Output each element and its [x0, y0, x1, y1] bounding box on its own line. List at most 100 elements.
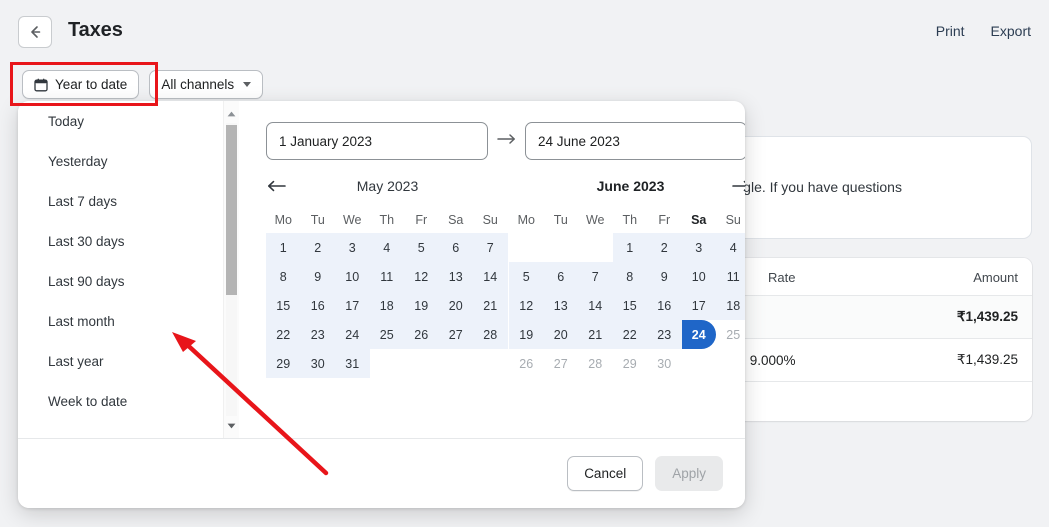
calendar-day[interactable]: 20: [543, 320, 578, 349]
calendar-day[interactable]: 1: [612, 233, 647, 262]
calendar-day[interactable]: 5: [404, 233, 439, 262]
back-button[interactable]: [18, 16, 52, 48]
preset-item[interactable]: Yesterday: [18, 141, 231, 181]
calendar-day[interactable]: 22: [612, 320, 647, 349]
day-of-week-label: Tu: [310, 213, 325, 227]
calendar-day[interactable]: 3: [335, 233, 370, 262]
calendar-day[interactable]: 4: [369, 233, 404, 262]
scrollbar-thumb[interactable]: [226, 125, 237, 295]
top-bar: Taxes Print Export: [0, 0, 1049, 62]
calendar-day[interactable]: 8: [612, 262, 647, 291]
next-month-button[interactable]: [730, 174, 745, 198]
calendar-day[interactable]: 11: [369, 262, 404, 291]
calendar-day[interactable]: 31: [335, 349, 370, 378]
calendar-month-title: May 2023: [356, 178, 419, 194]
calendar-day[interactable]: 23: [300, 320, 335, 349]
triangle-down-icon[interactable]: [224, 417, 239, 434]
calendar-day[interactable]: 16: [647, 291, 682, 320]
column-header-amount: Amount: [809, 258, 1032, 296]
preset-item[interactable]: Week to date: [18, 381, 231, 421]
calendar-day[interactable]: 10: [681, 262, 716, 291]
calendar-day[interactable]: 25: [369, 320, 404, 349]
calendar-grid: Mo Tu We Th Fr Sa Su 1 2 3 4 5 6 7 8 9 10 11 12 13 14 15 16 17 1…: [509, 207, 745, 378]
calendar-day[interactable]: 9: [647, 262, 682, 291]
calendar-day[interactable]: 18: [369, 291, 404, 320]
calendar-day[interactable]: 30: [300, 349, 335, 378]
date-range-filter-button[interactable]: Year to date: [22, 70, 140, 99]
calendar-day[interactable]: 9: [300, 262, 335, 291]
preset-item[interactable]: Today: [18, 101, 231, 141]
filter-row: Year to date All channels: [22, 70, 264, 99]
calendar-day[interactable]: 3: [681, 233, 716, 262]
calendar-day[interactable]: 21: [578, 320, 613, 349]
calendar-day[interactable]: 13: [438, 262, 473, 291]
preset-item[interactable]: Last year: [18, 341, 231, 381]
calendar-day[interactable]: 15: [266, 291, 301, 320]
calendar-day[interactable]: 18: [716, 291, 745, 320]
calendar-day[interactable]: 26: [404, 320, 439, 349]
day-of-week-label: Th: [622, 213, 638, 227]
apply-button: Apply: [655, 456, 723, 491]
calendar-day[interactable]: 28: [473, 320, 508, 349]
calendar-day[interactable]: 29: [613, 349, 648, 378]
calendar-day[interactable]: 15: [612, 291, 647, 320]
calendar-day[interactable]: 30: [647, 349, 682, 378]
preset-item[interactable]: Last month: [18, 301, 231, 341]
calendar-day[interactable]: 10: [335, 262, 370, 291]
calendar-day[interactable]: 7: [578, 262, 613, 291]
day-of-week-label: Sa: [448, 213, 464, 227]
preset-item[interactable]: Last 7 days: [18, 181, 231, 221]
preset-item[interactable]: Last 30 days: [18, 221, 231, 261]
calendar-day[interactable]: 2: [647, 233, 682, 262]
calendar-day-selected[interactable]: 24: [681, 320, 716, 349]
preset-item-label: Week to date: [48, 393, 128, 409]
calendar-day[interactable]: 11: [716, 262, 745, 291]
calendar-day[interactable]: 13: [543, 291, 578, 320]
calendar-day[interactable]: 19: [509, 320, 544, 349]
calendar-day[interactable]: 6: [438, 233, 473, 262]
popup-body: Today Yesterday Last 7 days Last 30 days Las…: [18, 101, 745, 438]
calendar-day[interactable]: 29: [266, 349, 301, 378]
preset-item[interactable]: Last 90 days: [18, 261, 231, 301]
day-of-week-label: Tu: [553, 213, 568, 227]
day-of-week-label: We: [342, 213, 362, 227]
date-range-filter-label: Year to date: [55, 77, 128, 92]
calendar-day[interactable]: 4: [716, 233, 745, 262]
calendar-day[interactable]: 8: [266, 262, 301, 291]
calendar-day[interactable]: 28: [578, 349, 613, 378]
end-date-input[interactable]: 24 June 2023: [525, 122, 745, 160]
calendar-day[interactable]: 14: [578, 291, 613, 320]
calendar-day[interactable]: 17: [335, 291, 370, 320]
print-link[interactable]: Print: [936, 23, 965, 39]
channel-filter-button[interactable]: All channels: [149, 70, 264, 99]
calendar-day[interactable]: 26: [509, 349, 544, 378]
calendar-day[interactable]: 1: [266, 233, 301, 262]
calendar-day[interactable]: 23: [647, 320, 682, 349]
preset-item-label: Last month: [48, 313, 115, 329]
calendar-day[interactable]: 16: [300, 291, 335, 320]
cancel-button[interactable]: Cancel: [567, 456, 644, 491]
calendar-icon: [34, 78, 48, 92]
start-date-input[interactable]: 1 January 2023: [266, 122, 488, 160]
calendar-day[interactable]: 20: [438, 291, 473, 320]
calendar-day[interactable]: 27: [438, 320, 473, 349]
calendar-day[interactable]: 2: [300, 233, 335, 262]
calendar-day[interactable]: 12: [509, 291, 544, 320]
triangle-up-icon[interactable]: [224, 105, 239, 122]
calendar-day[interactable]: 22: [266, 320, 301, 349]
calendar-day[interactable]: 7: [473, 233, 508, 262]
day-of-week-label: Sa: [691, 213, 707, 227]
calendar-day[interactable]: 21: [473, 291, 508, 320]
prev-month-button[interactable]: [264, 174, 288, 198]
preset-list-scrollbar[interactable]: [223, 101, 239, 438]
calendar-day[interactable]: 19: [404, 291, 439, 320]
export-link[interactable]: Export: [991, 23, 1031, 39]
calendar-day[interactable]: 5: [509, 262, 544, 291]
calendar-day[interactable]: 6: [543, 262, 578, 291]
calendar-day[interactable]: 14: [473, 262, 508, 291]
calendar-day[interactable]: 27: [544, 349, 579, 378]
calendar-day[interactable]: 17: [681, 291, 716, 320]
calendar-day[interactable]: 12: [404, 262, 439, 291]
calendar-day[interactable]: 24: [335, 320, 370, 349]
calendar-day[interactable]: 25: [716, 320, 745, 349]
